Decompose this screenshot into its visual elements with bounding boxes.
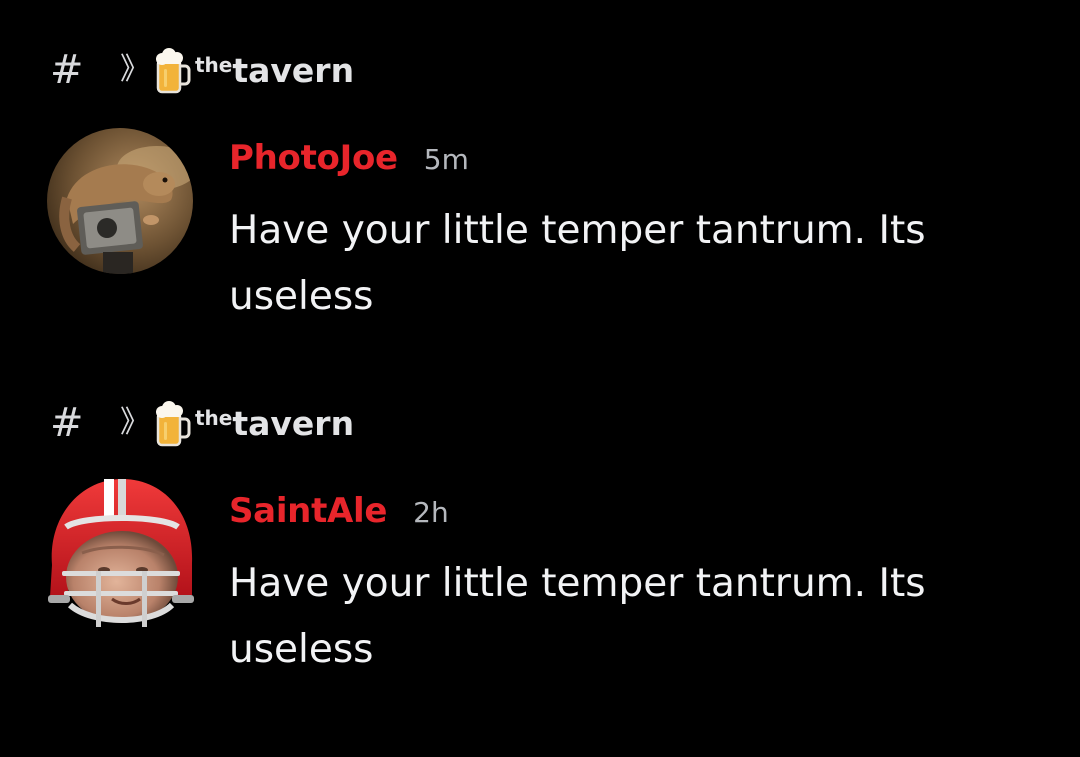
username[interactable]: PhotoJoe <box>229 138 398 178</box>
channel-link[interactable]: # 》 the tavern <box>50 40 354 100</box>
beer-mug-icon <box>152 397 192 449</box>
message-text: Have your little temper tantrum. Its use… <box>229 561 926 672</box>
username[interactable]: SaintAle <box>229 491 387 531</box>
avatar[interactable] <box>42 475 200 635</box>
avatar[interactable] <box>47 128 193 274</box>
channel-link[interactable]: # 》 the tavern <box>50 393 354 453</box>
hash-icon: # <box>50 47 84 93</box>
chevron-right-icon: 》 <box>120 52 150 87</box>
channel-name: the tavern <box>195 51 354 90</box>
message-header: PhotoJoe 5m <box>229 138 469 178</box>
channel-name: the tavern <box>195 404 354 443</box>
chevron-right-icon: 》 <box>120 405 150 440</box>
message-header: SaintAle 2h <box>229 491 449 531</box>
beer-mug-icon <box>152 44 192 96</box>
timestamp: 2h <box>413 496 449 529</box>
football-helmet-avatar <box>48 479 194 627</box>
message-feed: # 》 the tavern PhotoJoe 5m Have your lit… <box>0 0 1080 757</box>
timestamp: 5m <box>423 143 469 176</box>
message-text: Have your little temper tantrum. Its use… <box>229 208 926 319</box>
channel-name-prefix: the <box>195 52 233 77</box>
channel-name-prefix: the <box>195 405 233 430</box>
channel-name-main: tavern <box>232 403 355 443</box>
weasel-camera-avatar <box>47 128 193 274</box>
channel-name-main: tavern <box>232 50 355 90</box>
hash-icon: # <box>50 400 84 446</box>
